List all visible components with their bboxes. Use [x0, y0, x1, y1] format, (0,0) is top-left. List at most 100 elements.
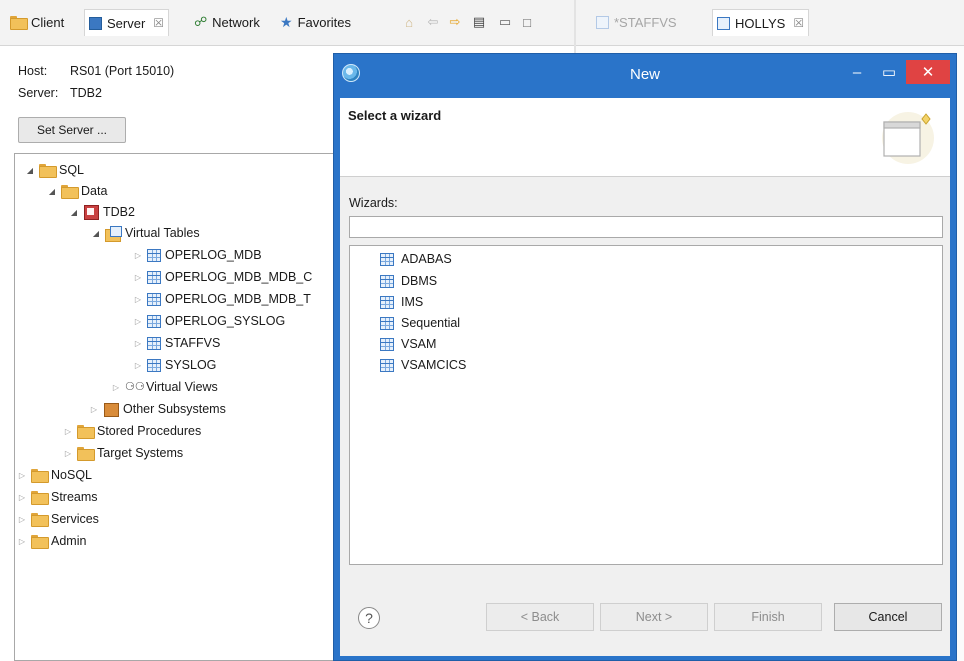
- tree-item-operlog-mdb-mdb-t[interactable]: ▷ OPERLOG_MDB_MDB_T: [133, 289, 311, 309]
- back-arrow-icon[interactable]: ⇦: [424, 13, 442, 31]
- table-icon: [147, 358, 161, 372]
- tree-item-label: OPERLOG_MDB: [165, 248, 262, 262]
- collapsed-arrow-icon[interactable]: ▷: [63, 449, 73, 458]
- table-icon: [380, 358, 394, 372]
- list-item-vsam[interactable]: VSAM: [380, 334, 436, 354]
- tree-item-label: OPERLOG_MDB_MDB_C: [165, 270, 313, 284]
- collapsed-arrow-icon[interactable]: ▷: [133, 273, 143, 282]
- tree-item-data[interactable]: ◢ Data: [47, 181, 107, 201]
- tree-item-label: Virtual Views: [146, 380, 218, 394]
- expanded-arrow-icon[interactable]: ◢: [69, 208, 79, 217]
- dialog-footer: ? < Back Next > Finish Cancel: [340, 596, 950, 656]
- collapsed-arrow-icon[interactable]: ▷: [63, 427, 73, 436]
- next-button[interactable]: Next >: [600, 603, 708, 631]
- tree-item-other-subsystems[interactable]: ▷ Other Subsystems: [89, 399, 226, 419]
- collapsed-arrow-icon[interactable]: ▷: [133, 251, 143, 260]
- tree-item-label: SQL: [59, 163, 85, 177]
- collapsed-arrow-icon[interactable]: ▷: [133, 339, 143, 348]
- wizard-label: DBMS: [401, 274, 438, 288]
- tree-item-label: STAFFVS: [165, 336, 221, 350]
- collapsed-arrow-icon[interactable]: ▷: [17, 493, 27, 502]
- editor-tab-bar: *STAFFVS HOLLYS ☒: [576, 0, 964, 46]
- tree-item-virtual-tables[interactable]: ◢ Virtual Tables: [91, 223, 200, 243]
- table-icon: [147, 248, 161, 262]
- expanded-arrow-icon[interactable]: ◢: [47, 187, 57, 196]
- tree-item-operlog-syslog[interactable]: ▷ OPERLOG_SYSLOG: [133, 311, 285, 331]
- collapsed-arrow-icon[interactable]: ▷: [17, 515, 27, 524]
- forward-arrow-icon[interactable]: ⇨: [446, 13, 464, 31]
- collapsed-arrow-icon[interactable]: ▷: [17, 471, 27, 480]
- expanded-arrow-icon[interactable]: ◢: [91, 229, 101, 238]
- new-wizard-dialog: New – ▭ ✕ Select a wizard Wizards: ADABA…: [333, 53, 957, 661]
- tree-item-tdb2[interactable]: ◢ TDB2: [69, 202, 135, 222]
- host-value: RS01 (Port 15010): [70, 64, 175, 78]
- minimize-icon[interactable]: ▭: [496, 13, 514, 31]
- list-item-dbms[interactable]: DBMS: [380, 271, 437, 291]
- folder-icon: [39, 164, 57, 178]
- tree-item-label: Admin: [51, 534, 87, 548]
- table-icon: [147, 314, 161, 328]
- tab-hollys-label: HOLLYS: [735, 15, 786, 31]
- tab-client[interactable]: Client: [6, 10, 68, 34]
- tree-item-virtual-views[interactable]: ▷ ⚆⚆ Virtual Views: [111, 377, 218, 397]
- expanded-arrow-icon[interactable]: ◢: [25, 166, 35, 175]
- tree-item-label: SYSLOG: [165, 358, 217, 372]
- list-item-vsamcics[interactable]: VSAMCICS: [380, 355, 466, 375]
- tree-item-label: Services: [51, 512, 99, 526]
- list-item-adabas[interactable]: ADABAS: [380, 249, 452, 269]
- wizards-label: Wizards:: [349, 196, 398, 210]
- collapsed-arrow-icon[interactable]: ▷: [111, 383, 121, 392]
- minimize-icon[interactable]: –: [842, 60, 872, 84]
- tree-item-syslog[interactable]: ▷ SYSLOG: [133, 355, 217, 375]
- collapsed-arrow-icon[interactable]: ▷: [133, 295, 143, 304]
- home-icon[interactable]: ⌂: [400, 13, 418, 31]
- tree-item-sql[interactable]: ◢ SQL: [25, 160, 84, 180]
- tree-item-admin[interactable]: ▷ Admin: [17, 531, 86, 551]
- folder-icon: [61, 185, 79, 199]
- tree-item-stored-procedures[interactable]: ▷ Stored Procedures: [63, 421, 201, 441]
- virtual-tables-icon: [105, 226, 122, 242]
- tab-network-label: Network: [212, 14, 260, 30]
- tree-item-streams[interactable]: ▷ Streams: [17, 487, 98, 507]
- server-tree: ◢ SQL ◢ Data ◢ TDB2 ◢ Virtual Tables ▷ O…: [14, 153, 344, 661]
- table-icon: [147, 292, 161, 306]
- tab-staffvs[interactable]: *STAFFVS: [592, 10, 681, 34]
- close-icon[interactable]: ☒: [793, 16, 804, 30]
- table-icon: [380, 316, 394, 330]
- set-server-button[interactable]: Set Server ...: [18, 117, 126, 143]
- wizard-filter-input[interactable]: [349, 216, 943, 238]
- table-icon: [380, 337, 394, 351]
- help-icon[interactable]: ?: [358, 607, 380, 629]
- tab-favorites[interactable]: ★ Favorites: [276, 10, 355, 34]
- tree-item-label: TDB2: [103, 205, 135, 219]
- collapsed-arrow-icon[interactable]: ▷: [133, 361, 143, 370]
- tree-item-operlog-mdb-mdb-c[interactable]: ▷ OPERLOG_MDB_MDB_C: [133, 267, 312, 287]
- collapsed-arrow-icon[interactable]: ▷: [17, 537, 27, 546]
- dialog-header-title: Select a wizard: [348, 108, 442, 123]
- cancel-button[interactable]: Cancel: [834, 603, 942, 631]
- tab-server[interactable]: Server ☒: [84, 9, 170, 36]
- tree-item-operlog-mdb[interactable]: ▷ OPERLOG_MDB: [133, 245, 262, 265]
- wizard-list[interactable]: ADABAS DBMS IMS Sequential VSAM VSAMCICS: [349, 245, 943, 565]
- table-icon: [380, 295, 394, 309]
- collapsed-arrow-icon[interactable]: ▷: [133, 317, 143, 326]
- maximize-icon[interactable]: □: [518, 13, 536, 31]
- list-item-sequential[interactable]: Sequential: [380, 313, 460, 333]
- maximize-icon[interactable]: ▭: [874, 60, 904, 84]
- tab-hollys[interactable]: HOLLYS ☒: [712, 9, 810, 36]
- collapse-icon[interactable]: ▤: [470, 13, 488, 31]
- tab-network[interactable]: ☍ Network: [190, 10, 264, 34]
- table-icon: [380, 274, 394, 288]
- tree-item-label: NoSQL: [51, 468, 92, 482]
- list-item-ims[interactable]: IMS: [380, 292, 423, 312]
- close-icon[interactable]: ☒: [153, 16, 164, 30]
- tree-item-label: Other Subsystems: [123, 402, 226, 416]
- close-icon[interactable]: ✕: [906, 60, 950, 84]
- tree-item-staffvs[interactable]: ▷ STAFFVS: [133, 333, 220, 353]
- finish-button[interactable]: Finish: [714, 603, 822, 631]
- tree-item-nosql[interactable]: ▷ NoSQL: [17, 465, 92, 485]
- back-button[interactable]: < Back: [486, 603, 594, 631]
- tree-item-services[interactable]: ▷ Services: [17, 509, 99, 529]
- collapsed-arrow-icon[interactable]: ▷: [89, 405, 99, 414]
- tree-item-target-systems[interactable]: ▷ Target Systems: [63, 443, 183, 463]
